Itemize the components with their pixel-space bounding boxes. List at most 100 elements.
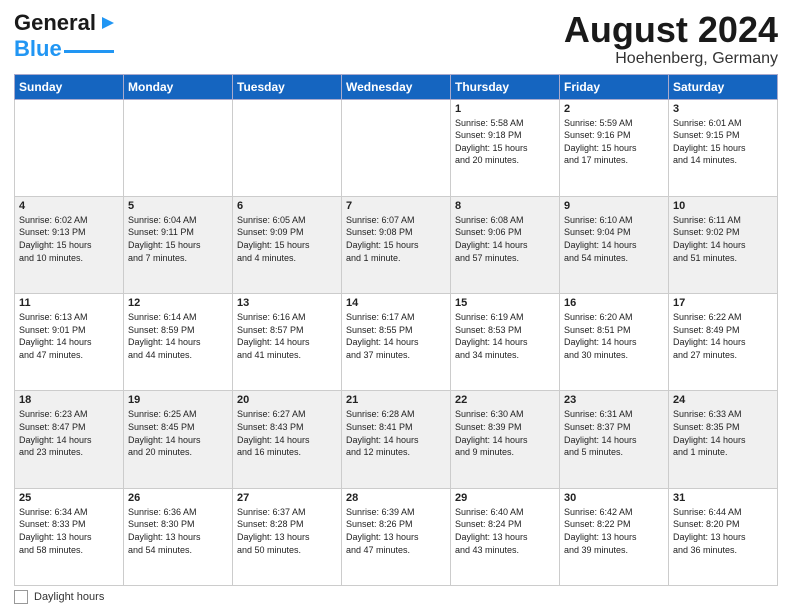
day-info: Sunrise: 6:04 AM Sunset: 9:11 PM Dayligh… xyxy=(128,214,228,264)
day-cell: 11 Sunrise: 6:13 AM Sunset: 9:01 PM Dayli… xyxy=(15,294,124,391)
header-cell-friday: Friday xyxy=(560,74,669,99)
day-number: 12 xyxy=(128,297,228,309)
day-number: 29 xyxy=(455,492,555,504)
day-cell xyxy=(124,99,233,196)
logo: General Blue xyxy=(14,10,118,62)
week-row-4: 25 Sunrise: 6:34 AM Sunset: 8:33 PM Dayli… xyxy=(15,488,778,585)
day-info: Sunrise: 6:39 AM Sunset: 8:26 PM Dayligh… xyxy=(346,506,446,556)
day-info: Sunrise: 6:44 AM Sunset: 8:20 PM Dayligh… xyxy=(673,506,773,556)
day-cell: 22 Sunrise: 6:30 AM Sunset: 8:39 PM Dayli… xyxy=(451,391,560,488)
day-number: 1 xyxy=(455,103,555,115)
day-number: 5 xyxy=(128,200,228,212)
day-number: 14 xyxy=(346,297,446,309)
day-info: Sunrise: 5:58 AM Sunset: 9:18 PM Dayligh… xyxy=(455,117,555,167)
day-cell: 21 Sunrise: 6:28 AM Sunset: 8:41 PM Dayli… xyxy=(342,391,451,488)
day-info: Sunrise: 6:28 AM Sunset: 8:41 PM Dayligh… xyxy=(346,408,446,458)
title-block: August 2024 Hoehenberg, Germany xyxy=(564,10,778,68)
day-info: Sunrise: 6:08 AM Sunset: 9:06 PM Dayligh… xyxy=(455,214,555,264)
day-cell xyxy=(342,99,451,196)
day-number: 10 xyxy=(673,200,773,212)
day-info: Sunrise: 6:16 AM Sunset: 8:57 PM Dayligh… xyxy=(237,311,337,361)
logo-blue: Blue xyxy=(14,36,62,62)
day-info: Sunrise: 6:31 AM Sunset: 8:37 PM Dayligh… xyxy=(564,408,664,458)
day-number: 23 xyxy=(564,394,664,406)
day-cell: 17Sunrise: 6:22 AM Sunset: 8:49 PM Dayli… xyxy=(669,294,778,391)
header-cell-thursday: Thursday xyxy=(451,74,560,99)
day-info: Sunrise: 6:22 AM Sunset: 8:49 PM Dayligh… xyxy=(673,311,773,361)
day-cell: 24 Sunrise: 6:33 AM Sunset: 8:35 PM Dayli… xyxy=(669,391,778,488)
header-row: SundayMondayTuesdayWednesdayThursdayFrid… xyxy=(15,74,778,99)
day-number: 31 xyxy=(673,492,773,504)
day-info: Sunrise: 6:23 AM Sunset: 8:47 PM Dayligh… xyxy=(19,408,119,458)
day-cell: 15 Sunrise: 6:19 AM Sunset: 8:53 PM Dayli… xyxy=(451,294,560,391)
day-info: Sunrise: 6:34 AM Sunset: 8:33 PM Dayligh… xyxy=(19,506,119,556)
day-number: 3 xyxy=(673,103,773,115)
logo-underline xyxy=(64,50,114,53)
day-cell: 28 Sunrise: 6:39 AM Sunset: 8:26 PM Dayli… xyxy=(342,488,451,585)
header-cell-saturday: Saturday xyxy=(669,74,778,99)
week-row-1: 4Sunrise: 6:02 AM Sunset: 9:13 PM Daylig… xyxy=(15,196,778,293)
header-cell-wednesday: Wednesday xyxy=(342,74,451,99)
logo-arrow-icon xyxy=(98,13,118,33)
day-number: 25 xyxy=(19,492,119,504)
day-info: Sunrise: 6:14 AM Sunset: 8:59 PM Dayligh… xyxy=(128,311,228,361)
day-info: Sunrise: 6:13 AM Sunset: 9:01 PM Dayligh… xyxy=(19,311,119,361)
day-cell: 27Sunrise: 6:37 AM Sunset: 8:28 PM Dayli… xyxy=(233,488,342,585)
day-cell: 3 Sunrise: 6:01 AM Sunset: 9:15 PM Daylig… xyxy=(669,99,778,196)
day-info: Sunrise: 6:11 AM Sunset: 9:02 PM Dayligh… xyxy=(673,214,773,264)
day-info: Sunrise: 6:37 AM Sunset: 8:28 PM Dayligh… xyxy=(237,506,337,556)
day-info: Sunrise: 6:10 AM Sunset: 9:04 PM Dayligh… xyxy=(564,214,664,264)
day-cell: 18 Sunrise: 6:23 AM Sunset: 8:47 PM Dayli… xyxy=(15,391,124,488)
day-number: 7 xyxy=(346,200,446,212)
day-number: 18 xyxy=(19,394,119,406)
week-row-3: 18 Sunrise: 6:23 AM Sunset: 8:47 PM Dayli… xyxy=(15,391,778,488)
day-number: 26 xyxy=(128,492,228,504)
day-cell: 9 Sunrise: 6:10 AM Sunset: 9:04 PM Daylig… xyxy=(560,196,669,293)
day-cell: 20Sunrise: 6:27 AM Sunset: 8:43 PM Dayli… xyxy=(233,391,342,488)
day-number: 4 xyxy=(19,200,119,212)
day-info: Sunrise: 6:01 AM Sunset: 9:15 PM Dayligh… xyxy=(673,117,773,167)
day-cell: 29 Sunrise: 6:40 AM Sunset: 8:24 PM Dayli… xyxy=(451,488,560,585)
day-cell: 12 Sunrise: 6:14 AM Sunset: 8:59 PM Dayli… xyxy=(124,294,233,391)
day-number: 30 xyxy=(564,492,664,504)
header: General Blue August 2024 Hoehenberg, Ger… xyxy=(14,10,778,68)
day-info: Sunrise: 6:30 AM Sunset: 8:39 PM Dayligh… xyxy=(455,408,555,458)
day-info: Sunrise: 6:40 AM Sunset: 8:24 PM Dayligh… xyxy=(455,506,555,556)
day-cell: 1 Sunrise: 5:58 AM Sunset: 9:18 PM Daylig… xyxy=(451,99,560,196)
day-number: 6 xyxy=(237,200,337,212)
day-number: 28 xyxy=(346,492,446,504)
day-cell: 26 Sunrise: 6:36 AM Sunset: 8:30 PM Dayli… xyxy=(124,488,233,585)
day-number: 11 xyxy=(19,297,119,309)
day-cell: 13Sunrise: 6:16 AM Sunset: 8:57 PM Dayli… xyxy=(233,294,342,391)
day-info: Sunrise: 6:17 AM Sunset: 8:55 PM Dayligh… xyxy=(346,311,446,361)
day-number: 15 xyxy=(455,297,555,309)
day-number: 19 xyxy=(128,394,228,406)
day-number: 21 xyxy=(346,394,446,406)
day-cell: 31 Sunrise: 6:44 AM Sunset: 8:20 PM Dayli… xyxy=(669,488,778,585)
day-info: Sunrise: 6:33 AM Sunset: 8:35 PM Dayligh… xyxy=(673,408,773,458)
week-row-0: 1 Sunrise: 5:58 AM Sunset: 9:18 PM Daylig… xyxy=(15,99,778,196)
day-cell: 30 Sunrise: 6:42 AM Sunset: 8:22 PM Dayli… xyxy=(560,488,669,585)
day-number: 16 xyxy=(564,297,664,309)
day-number: 9 xyxy=(564,200,664,212)
day-cell: 6Sunrise: 6:05 AM Sunset: 9:09 PM Daylig… xyxy=(233,196,342,293)
day-cell xyxy=(15,99,124,196)
day-info: Sunrise: 6:19 AM Sunset: 8:53 PM Dayligh… xyxy=(455,311,555,361)
day-info: Sunrise: 6:27 AM Sunset: 8:43 PM Dayligh… xyxy=(237,408,337,458)
day-cell xyxy=(233,99,342,196)
day-cell: 5 Sunrise: 6:04 AM Sunset: 9:11 PM Daylig… xyxy=(124,196,233,293)
day-cell: 8 Sunrise: 6:08 AM Sunset: 9:06 PM Daylig… xyxy=(451,196,560,293)
day-cell: 7Sunrise: 6:07 AM Sunset: 9:08 PM Daylig… xyxy=(342,196,451,293)
logo-text: General xyxy=(14,10,96,36)
day-cell: 19Sunrise: 6:25 AM Sunset: 8:45 PM Dayli… xyxy=(124,391,233,488)
day-cell: 16Sunrise: 6:20 AM Sunset: 8:51 PM Dayli… xyxy=(560,294,669,391)
day-info: Sunrise: 6:42 AM Sunset: 8:22 PM Dayligh… xyxy=(564,506,664,556)
header-cell-sunday: Sunday xyxy=(15,74,124,99)
day-cell: 25 Sunrise: 6:34 AM Sunset: 8:33 PM Dayli… xyxy=(15,488,124,585)
day-number: 22 xyxy=(455,394,555,406)
day-number: 24 xyxy=(673,394,773,406)
page: General Blue August 2024 Hoehenberg, Ger… xyxy=(0,0,792,612)
day-number: 2 xyxy=(564,103,664,115)
day-info: Sunrise: 6:36 AM Sunset: 8:30 PM Dayligh… xyxy=(128,506,228,556)
day-number: 8 xyxy=(455,200,555,212)
